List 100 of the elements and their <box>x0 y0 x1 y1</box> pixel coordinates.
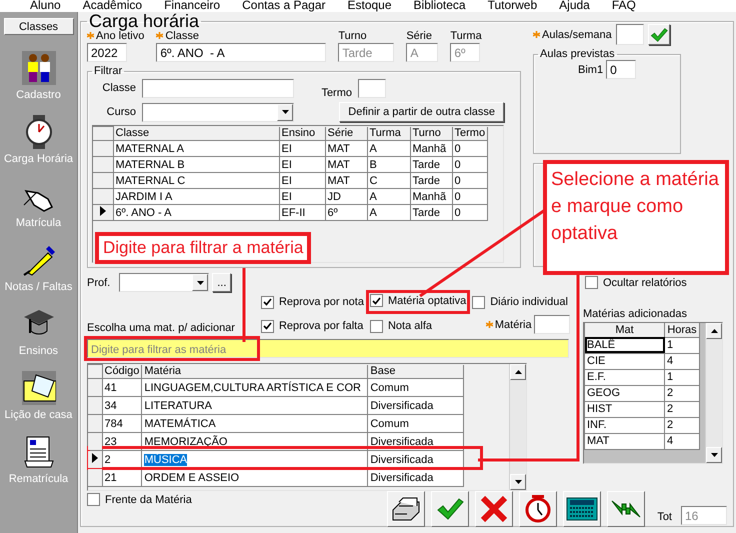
table-cell: C <box>367 172 410 188</box>
caret-icon <box>514 370 522 374</box>
checkmark-icon <box>436 497 464 521</box>
field-label: Escolha uma mat. p/ adicionar <box>87 322 235 334</box>
checkbox[interactable]: Matéria optativa <box>370 294 466 307</box>
required-icon <box>87 32 94 39</box>
text-field[interactable] <box>616 24 644 45</box>
calculator-icon <box>566 497 598 521</box>
more-button[interactable]: ... <box>212 273 232 292</box>
column-header[interactable]: Matéria <box>142 364 368 378</box>
table-cell: B <box>367 156 410 172</box>
caret-icon <box>196 280 204 284</box>
folder-icon <box>22 371 56 405</box>
column-header[interactable]: Ensino <box>279 126 325 140</box>
confirm-button[interactable] <box>431 491 470 527</box>
required-icon <box>533 30 540 38</box>
subject-filter-field[interactable]: Digite para filtrar as matéria <box>87 339 569 358</box>
table-cell: INF. <box>584 417 664 433</box>
card-file-icon <box>391 496 422 522</box>
menu-item[interactable]: Contas a Pagar <box>242 0 326 12</box>
table-cell: A <box>367 188 410 204</box>
table-cell: 34 <box>102 396 142 414</box>
menu-item[interactable]: Acadêmico <box>82 0 142 12</box>
checkbox[interactable]: Reprova por falta <box>260 318 364 334</box>
table-cell: MATERNAL B <box>113 156 279 172</box>
table-cell: Comum <box>368 378 464 396</box>
text-field[interactable]: 2022 <box>87 43 127 62</box>
clock-button[interactable] <box>519 491 558 527</box>
table-cell: 0 <box>452 188 488 204</box>
table-cell: 4 <box>664 353 700 369</box>
column-header[interactable]: Código <box>102 364 142 378</box>
text-field[interactable] <box>142 78 294 98</box>
group-title: Filtrar <box>93 65 124 77</box>
text-field[interactable] <box>358 78 386 98</box>
define-button[interactable]: Definir a partir de outra classe <box>339 102 504 122</box>
table-cell: 4 <box>664 433 700 449</box>
table-cell: MATERNAL A <box>113 140 279 156</box>
confirm-button[interactable] <box>648 24 670 45</box>
table-cell: E.F. <box>584 369 664 385</box>
row-header[interactable] <box>88 450 102 468</box>
checkbox[interactable]: Nota alfa <box>370 318 466 334</box>
required-icon <box>486 320 493 328</box>
column-header[interactable]: Turno <box>410 126 452 140</box>
check-icon <box>262 322 272 330</box>
column-header[interactable]: Mat <box>584 323 664 337</box>
table-cell: LINGUAGEM,CULTURA ARTÍSTICA E COR <box>142 378 368 396</box>
table-cell: 41 <box>102 378 142 396</box>
row-header[interactable] <box>93 204 113 220</box>
group-title: Aulas previstas <box>539 48 616 60</box>
pen-icon <box>22 245 56 277</box>
menu-item[interactable]: Estoque <box>348 0 392 12</box>
check-icon <box>262 298 272 306</box>
text-field[interactable]: 0 <box>606 60 636 79</box>
checkbox[interactable]: Ocultar relatórios <box>585 276 727 289</box>
field-label: Curso <box>106 106 136 118</box>
column-header[interactable]: Horas <box>664 323 700 337</box>
dropdown-field[interactable] <box>142 102 294 122</box>
list-title: Matérias adicionadas <box>583 308 688 320</box>
field-label: Prof. <box>87 276 110 288</box>
menu-item[interactable]: Aluno <box>30 0 61 12</box>
field-label: Classe <box>156 30 326 42</box>
cancel-button[interactable] <box>475 491 514 527</box>
checkbox[interactable]: Reprova por nota <box>260 294 364 310</box>
column-header[interactable]: Turma <box>367 126 410 140</box>
table-cell: JARDIM I A <box>113 188 279 204</box>
row-pointer-icon <box>100 206 106 216</box>
field-label: Ano letivo <box>87 30 144 42</box>
table-cell: Manhã <box>410 140 452 156</box>
checkbox[interactable]: Diário individual <box>472 294 568 310</box>
calculator-button[interactable] <box>563 491 602 527</box>
text-field[interactable] <box>534 315 570 334</box>
scrollbar[interactable] <box>705 323 722 463</box>
swap-button[interactable] <box>607 491 646 527</box>
menu-item[interactable]: Financeiro <box>164 0 220 12</box>
field-label: Bim1 <box>578 64 604 76</box>
table-cell: Tarde <box>410 204 452 220</box>
table-cell: 2 <box>664 401 700 417</box>
caret-icon <box>710 453 718 457</box>
column-header[interactable]: Termo <box>452 126 488 140</box>
cards-button[interactable] <box>387 491 426 527</box>
dropdown-field[interactable] <box>119 273 210 292</box>
menu-item[interactable]: Tutorweb <box>488 0 538 12</box>
field-label: Matéria <box>486 318 532 330</box>
text-field[interactable]: 6º. ANO - A <box>156 43 326 62</box>
checkbox[interactable]: Frente da Matéria <box>87 493 192 506</box>
column-header[interactable]: Base <box>368 364 464 378</box>
table-cell: EF-II <box>279 204 325 220</box>
column-header[interactable]: Série <box>325 126 367 140</box>
table-cell: BALÊ <box>584 337 664 353</box>
menu-item[interactable]: Ajuda <box>559 0 590 12</box>
table-cell: CIE <box>584 353 664 369</box>
scrollbar[interactable] <box>509 364 526 490</box>
column-header[interactable]: Classe <box>113 126 279 140</box>
watch-icon <box>24 115 54 149</box>
table-cell: 0 <box>452 140 488 156</box>
field-label: Termo <box>321 87 352 99</box>
menu-item[interactable]: Biblioteca <box>414 0 466 12</box>
menu-item[interactable]: FAQ <box>612 0 636 12</box>
sidebar-header-button[interactable]: Classes <box>4 18 74 35</box>
table-cell: 0 <box>452 156 488 172</box>
